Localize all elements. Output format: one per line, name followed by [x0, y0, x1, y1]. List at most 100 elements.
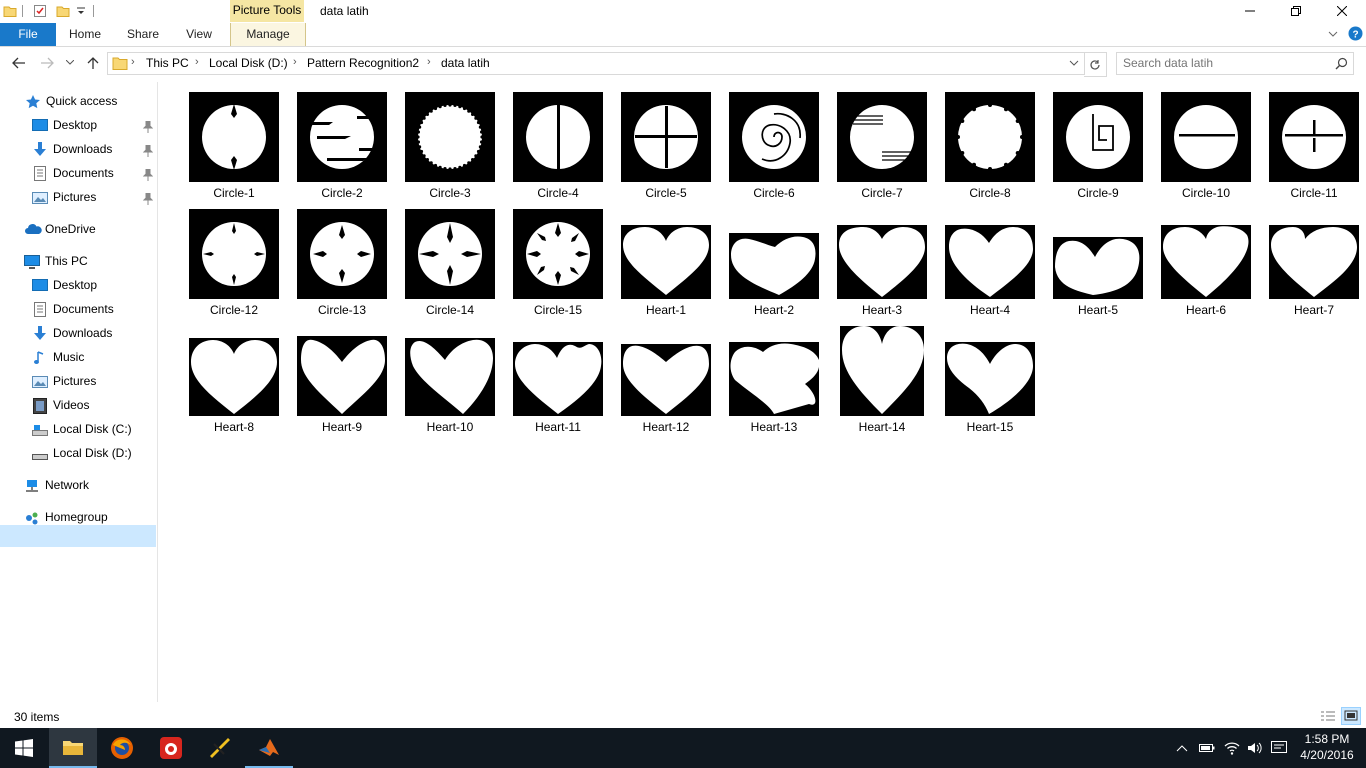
- film-icon: [32, 398, 48, 414]
- file-item[interactable]: Heart-4: [936, 209, 1044, 326]
- file-item[interactable]: Circle-8: [936, 92, 1044, 209]
- file-name: Heart-9: [321, 420, 362, 434]
- file-item[interactable]: Circle-4: [504, 92, 612, 209]
- close-button[interactable]: [1319, 0, 1365, 22]
- file-item[interactable]: Circle-14: [396, 209, 504, 326]
- pictures-icon: [32, 374, 48, 388]
- file-item[interactable]: Circle-2: [288, 92, 396, 209]
- file-thumbnail: [297, 92, 387, 182]
- tab-view[interactable]: View: [177, 23, 221, 46]
- restore-button[interactable]: [1273, 0, 1319, 22]
- breadcrumb-pattern-recognition2[interactable]: Pattern Recognition2: [307, 56, 419, 70]
- file-item[interactable]: Circle-10: [1152, 92, 1260, 209]
- address-bar[interactable]: › This PC › Local Disk (D:) › Pattern Re…: [107, 52, 1085, 75]
- file-name: Circle-3: [429, 186, 471, 200]
- back-button[interactable]: [10, 55, 28, 71]
- file-name: Heart-4: [969, 303, 1010, 317]
- taskbar-screen-recorder[interactable]: [147, 728, 195, 768]
- file-thumbnail: [837, 225, 927, 299]
- pin-icon[interactable]: [143, 169, 153, 181]
- tab-manage[interactable]: Manage: [230, 23, 306, 46]
- file-thumbnail: [1161, 92, 1251, 182]
- expand-ribbon-icon[interactable]: [1327, 28, 1339, 40]
- breadcrumb-separator-icon[interactable]: ›: [195, 56, 199, 68]
- file-item[interactable]: Heart-13: [720, 326, 828, 443]
- file-thumbnail: [945, 225, 1035, 299]
- address-history-chevron-icon[interactable]: [1069, 60, 1079, 67]
- file-name: Circle-6: [753, 186, 795, 200]
- taskbar-matlab[interactable]: [245, 728, 293, 768]
- file-item[interactable]: Circle-1: [180, 92, 288, 209]
- file-item[interactable]: Heart-12: [612, 326, 720, 443]
- file-item[interactable]: Circle-5: [612, 92, 720, 209]
- up-button[interactable]: [84, 55, 102, 71]
- file-item[interactable]: Heart-9: [288, 326, 396, 443]
- taskbar-app[interactable]: [196, 728, 244, 768]
- tab-share[interactable]: Share: [120, 23, 166, 46]
- breadcrumb-separator-icon[interactable]: ›: [293, 56, 297, 68]
- search-icon[interactable]: [1335, 57, 1348, 70]
- pin-icon[interactable]: [143, 145, 153, 157]
- new-folder-icon[interactable]: [56, 4, 70, 18]
- tab-home[interactable]: Home: [62, 23, 108, 46]
- refresh-button[interactable]: [1084, 52, 1107, 77]
- file-thumbnail: [189, 338, 279, 416]
- file-thumbnail: [405, 209, 495, 299]
- file-item[interactable]: Heart-7: [1260, 209, 1366, 326]
- file-item[interactable]: Heart-2: [720, 209, 828, 326]
- file-item[interactable]: Circle-13: [288, 209, 396, 326]
- action-center-icon[interactable]: [1271, 740, 1287, 756]
- file-item[interactable]: Heart-10: [396, 326, 504, 443]
- search-box[interactable]: [1116, 52, 1354, 75]
- taskbar-clock[interactable]: 1:58 PM 4/20/2016: [1296, 731, 1358, 763]
- breadcrumb-separator-icon[interactable]: ›: [427, 56, 431, 68]
- computer-icon: [24, 254, 40, 269]
- file-item[interactable]: Heart-11: [504, 326, 612, 443]
- file-item[interactable]: Circle-6: [720, 92, 828, 209]
- file-item[interactable]: Circle-11: [1260, 92, 1366, 209]
- taskbar-file-explorer[interactable]: [49, 728, 97, 768]
- search-input[interactable]: [1123, 55, 1323, 71]
- file-item[interactable]: Heart-15: [936, 326, 1044, 443]
- file-item[interactable]: Heart-6: [1152, 209, 1260, 326]
- file-item[interactable]: Heart-14: [828, 326, 936, 443]
- breadcrumb-data-latih[interactable]: data latih: [441, 56, 490, 70]
- details-view-icon[interactable]: [1320, 709, 1336, 723]
- taskbar-firefox[interactable]: [98, 728, 146, 768]
- file-item[interactable]: Circle-15: [504, 209, 612, 326]
- minimize-button[interactable]: [1227, 0, 1273, 22]
- file-name: Circle-7: [861, 186, 903, 200]
- file-item[interactable]: Heart-8: [180, 326, 288, 443]
- volume-icon[interactable]: [1247, 740, 1263, 756]
- breadcrumb-separator-icon[interactable]: ›: [131, 56, 135, 68]
- pin-icon[interactable]: [143, 121, 153, 133]
- file-item[interactable]: Heart-1: [612, 209, 720, 326]
- clock-time: 1:58 PM: [1304, 732, 1350, 746]
- forward-button[interactable]: [38, 55, 56, 71]
- file-item[interactable]: Heart-5: [1044, 209, 1152, 326]
- pin-icon[interactable]: [143, 193, 153, 205]
- customize-quick-access-icon[interactable]: [76, 5, 86, 17]
- file-item[interactable]: Heart-3: [828, 209, 936, 326]
- file-thumbnail: [621, 344, 711, 416]
- breadcrumb-local-disk-d[interactable]: Local Disk (D:): [209, 56, 288, 70]
- file-name: Heart-11: [535, 420, 581, 434]
- file-item[interactable]: Circle-7: [828, 92, 936, 209]
- breadcrumb-this-pc[interactable]: This PC: [146, 56, 189, 70]
- file-name: Circle-2: [321, 186, 363, 200]
- file-name: Circle-10: [1181, 186, 1230, 200]
- documents-icon: [32, 166, 48, 181]
- properties-icon[interactable]: [33, 4, 47, 18]
- wifi-icon[interactable]: [1224, 740, 1240, 756]
- start-button[interactable]: [0, 728, 48, 768]
- tab-file[interactable]: File: [0, 23, 56, 46]
- file-item[interactable]: Circle-12: [180, 209, 288, 326]
- file-thumbnail: [621, 225, 711, 299]
- file-item[interactable]: Circle-9: [1044, 92, 1152, 209]
- file-item[interactable]: Circle-3: [396, 92, 504, 209]
- battery-icon[interactable]: [1199, 740, 1215, 756]
- help-icon[interactable]: ?: [1348, 26, 1363, 41]
- recent-locations-button[interactable]: [63, 55, 77, 71]
- large-icons-view-button[interactable]: [1341, 707, 1361, 725]
- show-hidden-icons-chevron-icon[interactable]: [1174, 740, 1190, 756]
